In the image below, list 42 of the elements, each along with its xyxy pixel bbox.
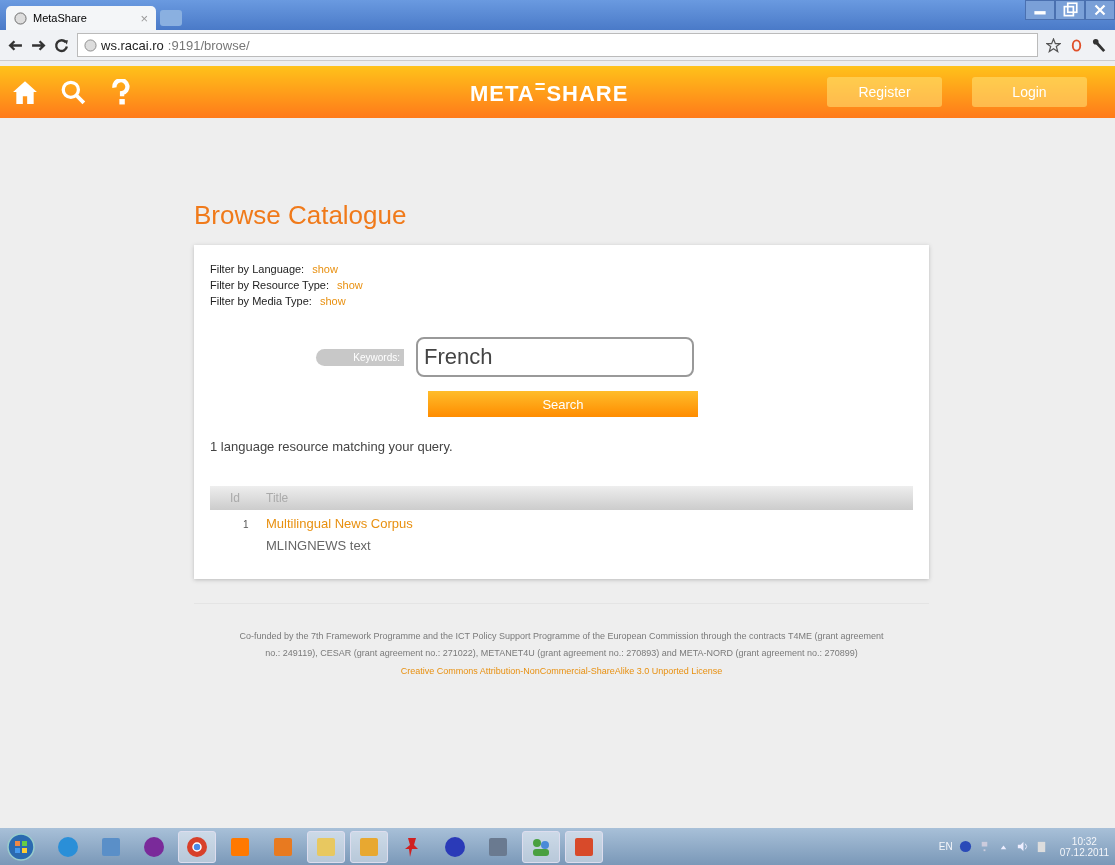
page-title: Browse Catalogue: [194, 200, 408, 231]
minimize-icon[interactable]: [1025, 0, 1055, 20]
wrench-icon[interactable]: [1092, 37, 1107, 53]
resource-type: MLINGNEWS text: [266, 538, 372, 553]
table-cell-text: 1: [242, 518, 250, 532]
show-link[interactable]: show: [312, 261, 338, 277]
reload-icon[interactable]: [54, 37, 69, 53]
tab-title: MetaShare: [33, 12, 88, 24]
home-icon[interactable]: [12, 79, 38, 105]
taskbar-app-button[interactable]: [565, 830, 603, 863]
ring-icon[interactable]: [1069, 37, 1084, 53]
forward-icon[interactable]: [31, 37, 46, 53]
logo[interactable]: META$^{=}$SHARE: [470, 76, 629, 108]
language-indicator[interactable]: EN: [938, 841, 953, 852]
star-icon[interactable]: [1046, 37, 1061, 53]
back-icon[interactable]: [8, 37, 23, 53]
filter-label: Filter by Language:: [210, 262, 305, 277]
clock-time[interactable]: 10:32: [1071, 835, 1097, 847]
column-header: Title: [266, 491, 289, 505]
header-button[interactable]: Login: [972, 77, 1087, 107]
show-link[interactable]: show: [319, 293, 346, 309]
close-icon[interactable]: [1085, 0, 1115, 20]
result-count: 1 language resource matching your query.: [210, 439, 454, 454]
search-button[interactable]: Search: [428, 391, 698, 417]
tab-close-button[interactable]: ×: [140, 10, 148, 26]
funding-text: Co-funded by the 7th Framework Programme and the ICT Policy Support Programme of the European Commission through the contracts T4ME (grant agreement no.: 249119), CESAR (grant agreement no.: 271022), METANET4U (grant agreement no.: 270893) and META-NORD (grant agreement no.: 270899): [238, 630, 885, 660]
header-button[interactable]: Register: [827, 77, 942, 107]
show-link[interactable]: show: [337, 277, 363, 293]
start-button[interactable]: [6, 831, 36, 862]
taskbar-app-button[interactable]: [178, 830, 216, 863]
license-link[interactable]: Creative Commons Attribution-NonCommercial-ShareAlike 3.0 Unported License: [400, 666, 723, 676]
restore-icon[interactable]: [1055, 0, 1085, 20]
keywords-field[interactable]: French: [416, 337, 694, 377]
filter-label: Filter by Resource Type:: [210, 278, 329, 293]
clock-date[interactable]: 07.12.2011: [1059, 846, 1109, 858]
taskbar-app-button[interactable]: [522, 830, 560, 863]
resource-link[interactable]: Multilingual News Corpus: [266, 516, 413, 531]
search-icon[interactable]: [60, 79, 86, 105]
speaker-icon[interactable]: [1015, 840, 1029, 853]
address-field[interactable]: ws.racai.ro :9191/browse/: [77, 33, 1038, 57]
filter-label: Filter by Media Type:: [210, 294, 312, 309]
browser-tab[interactable]: MetaShare ×: [6, 6, 156, 30]
